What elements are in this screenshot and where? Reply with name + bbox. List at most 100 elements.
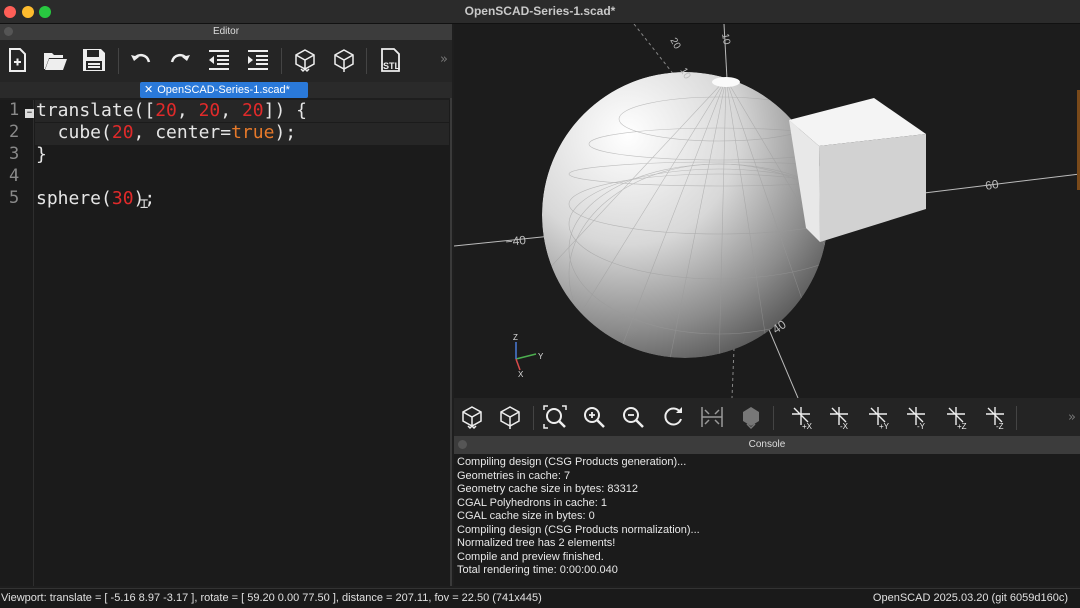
perspective-icon: [701, 407, 723, 427]
svg-text:X: X: [518, 370, 524, 379]
view-left-button[interactable]: -X: [824, 402, 854, 432]
svg-text:-X: -X: [840, 422, 849, 430]
axis-label: 20: [667, 36, 682, 52]
orthogonal-icon: [743, 407, 759, 430]
view-all-button[interactable]: [540, 402, 570, 432]
render-icon: [334, 49, 354, 72]
preview-icon: [462, 406, 482, 430]
line-number: 3: [9, 144, 20, 164]
viewport-status: Viewport: translate = [ -5.16 8.97 -3.17…: [1, 592, 542, 604]
window-title: OpenSCAD-Series-1.scad*: [464, 4, 616, 18]
editor-close-button[interactable]: [4, 27, 13, 36]
tab-openscad-series-1[interactable]: ✕ OpenSCAD-Series-1.scad*: [140, 82, 308, 98]
svg-text:+X: +X: [802, 422, 813, 430]
console-close-button[interactable]: [458, 440, 467, 449]
preview-view-button[interactable]: [457, 402, 487, 432]
render-icon: [500, 406, 520, 429]
new-file-icon: [9, 48, 26, 72]
render-button[interactable]: [329, 45, 359, 75]
console-line: Geometry cache size in bytes: 83312: [457, 483, 638, 495]
editor-tabbar: ✕ OpenSCAD-Series-1.scad*: [0, 82, 452, 98]
line-number: 1: [9, 100, 20, 120]
code-line-3: }: [36, 144, 47, 165]
code-editor[interactable]: 1 2 3 4 5 − translate([20, 20, 20]) { cu…: [0, 100, 450, 586]
view-front-icon: +Z: [947, 407, 967, 430]
sphere-pole: [712, 77, 740, 87]
view-toolbar-overflow-button[interactable]: »: [1068, 410, 1076, 425]
console-line: Compiling design (CSG Products generatio…: [457, 456, 687, 468]
axis-gizmo: Z Y X: [513, 333, 544, 379]
svg-text:+Y: +Y: [879, 422, 890, 430]
view-back-icon: -Z: [986, 407, 1004, 430]
editor-pane: Editor STL » ✕ OpenSCAD-Series-1.scad* 1…: [0, 24, 452, 586]
view-bottom-button[interactable]: -Y: [901, 402, 931, 432]
zoom-in-button[interactable]: [579, 402, 609, 432]
zoom-out-button[interactable]: [618, 402, 648, 432]
perspective-button[interactable]: [697, 402, 727, 432]
code-line-1: translate([20, 20, 20]) {: [36, 100, 308, 121]
title-bar: OpenSCAD-Series-1.scad*: [0, 0, 1080, 24]
line-number: 4: [9, 166, 20, 186]
unindent-icon: [209, 50, 229, 70]
editor-toolbar: STL »: [0, 40, 452, 82]
view-left-icon: -X: [830, 407, 849, 430]
reset-view-icon: [664, 407, 682, 426]
axis-label: −40: [505, 233, 527, 249]
line-number: 5: [9, 188, 20, 208]
console-line: Normalized tree has 2 elements!: [457, 537, 616, 549]
3d-viewport[interactable]: 60 −40 40 20 10 10 Z Y X: [454, 24, 1080, 398]
status-bar: Viewport: translate = [ -5.16 8.97 -3.17…: [0, 588, 1080, 608]
view-right-icon: +X: [792, 407, 813, 430]
code-line-5: sphere(30);: [36, 188, 156, 209]
console-line: Geometries in cache: 7: [457, 469, 571, 482]
open-file-icon: [44, 53, 67, 70]
indent-button[interactable]: [243, 45, 273, 75]
view-top-button[interactable]: +Y: [863, 402, 893, 432]
render-view-button[interactable]: [495, 402, 525, 432]
fold-toggle-icon[interactable]: −: [25, 109, 34, 118]
zoom-out-icon: [623, 407, 644, 428]
console-line: CGAL Polyhedrons in cache: 1: [457, 496, 608, 509]
toolbar-separator: [533, 406, 534, 430]
reset-view-button[interactable]: [658, 402, 688, 432]
svg-text:+Z: +Z: [957, 422, 967, 430]
axis-label: 10: [719, 33, 732, 46]
version-label: OpenSCAD 2025.03.20 (git 6059d160c): [872, 592, 1068, 604]
toolbar-separator: [281, 48, 282, 74]
scene-render: 60 −40 40 20 10 10 Z Y X: [454, 24, 1080, 398]
view-right-button[interactable]: +X: [786, 402, 816, 432]
save-button[interactable]: [79, 45, 109, 75]
preview-button[interactable]: [290, 45, 320, 75]
undo-button[interactable]: [126, 45, 156, 75]
svg-text:Y: Y: [538, 352, 544, 361]
line-number-gutter: 1 2 3 4 5 −: [0, 100, 34, 586]
code-line-2: cube(20, center=true);: [36, 122, 297, 143]
preview-icon: [295, 49, 315, 73]
tab-label: OpenSCAD-Series-1.scad*: [157, 84, 290, 96]
close-tab-icon[interactable]: ✕: [144, 82, 153, 98]
console-output[interactable]: Compiling design (CSG Products generatio…: [454, 454, 1080, 586]
console-line: CGAL cache size in bytes: 0: [457, 510, 595, 522]
unindent-button[interactable]: [204, 45, 234, 75]
toolbar-separator: [773, 406, 774, 430]
redo-icon: [170, 53, 190, 63]
editor-header-label: Editor: [212, 26, 240, 37]
line-number: 2: [9, 122, 20, 142]
new-file-button[interactable]: [2, 45, 32, 75]
view-front-button[interactable]: +Z: [941, 402, 971, 432]
toolbar-separator: [1016, 406, 1017, 430]
undo-icon: [131, 53, 151, 63]
console-line: Compile and preview finished.: [457, 550, 604, 563]
toolbar-overflow-button[interactable]: »: [440, 52, 448, 67]
export-stl-button[interactable]: STL: [375, 45, 405, 75]
console-line: Total rendering time: 0:00:00.040: [457, 564, 618, 576]
svg-text:-Z: -Z: [996, 422, 1004, 430]
view-back-button[interactable]: -Z: [980, 402, 1010, 432]
save-icon: [83, 49, 105, 71]
orthogonal-button[interactable]: [736, 402, 766, 432]
svg-text:STL: STL: [383, 61, 401, 71]
toolbar-separator: [118, 48, 119, 74]
redo-button[interactable]: [165, 45, 195, 75]
zoom-in-icon: [584, 407, 605, 428]
open-file-button[interactable]: [40, 45, 70, 75]
